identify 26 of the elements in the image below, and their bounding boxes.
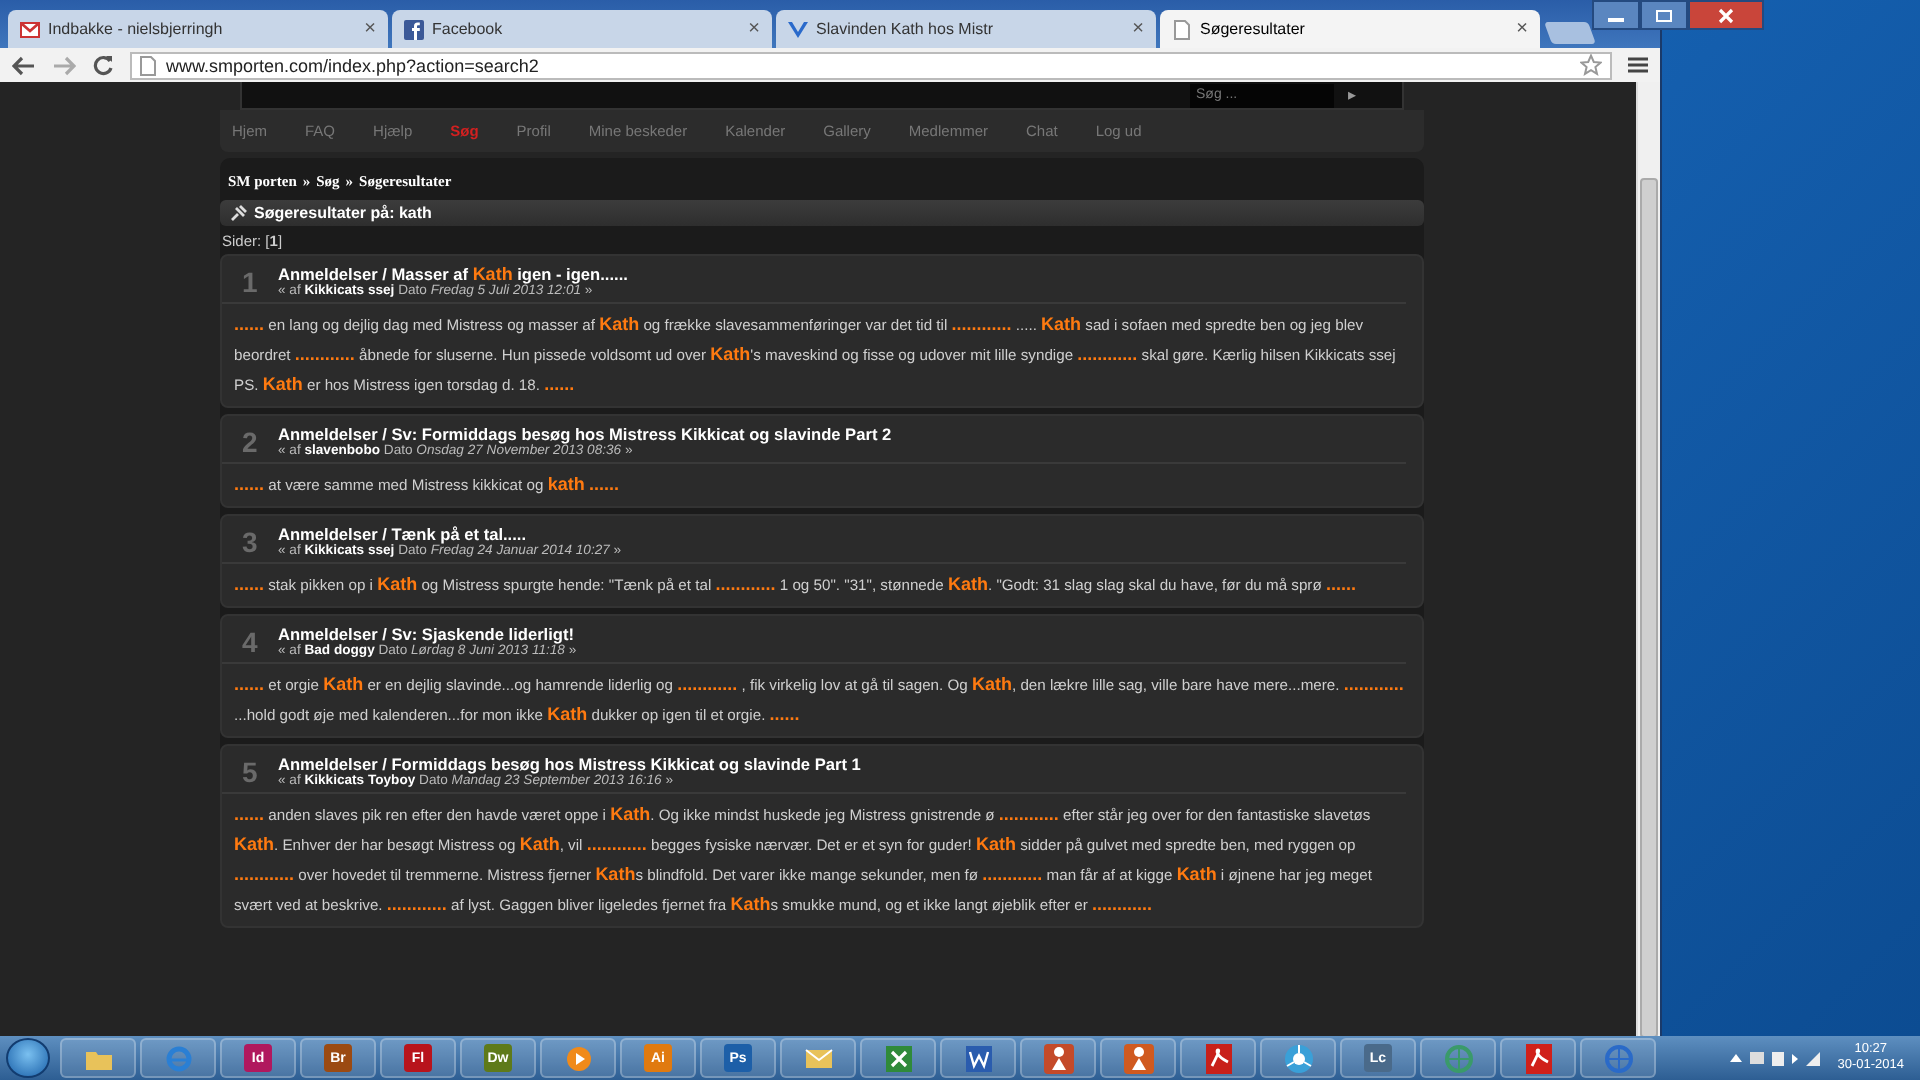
results-heading: Søgeresultater på: kath [254,204,432,222]
result-title[interactable]: Anmeldelser / Formiddags besøg hos Mistress Kikkicat og slavinde Part 1 [278,754,861,774]
result-number: 4 [242,624,260,658]
result-title[interactable]: Anmeldelser / Sv: Sjaskende liderligt! [278,624,577,644]
browser-tab[interactable]: Facebook × [392,10,772,48]
close-icon[interactable]: × [1132,19,1144,39]
browser-tab[interactable]: Indbakke - nielsbjerringh × [8,10,388,48]
result-number: 2 [242,424,260,458]
close-icon[interactable]: × [1516,19,1528,39]
result-number: 5 [242,754,260,788]
search-button[interactable]: ▸ [1342,86,1362,104]
result-title[interactable]: Anmeldelser / Masser af Kath igen - igen...... [278,264,628,284]
tab-title: Indbakke - nielsbjerringh [48,20,225,38]
browser-tab[interactable]: Slavinden Kath hos Mistr × [776,10,1156,48]
browser-tab[interactable]: Søgeresultater × [1160,10,1540,48]
url-text: www.smporten.com/index.php?action=search2 [166,55,541,75]
result-title[interactable]: Anmeldelser / Tænk på et tal..... [278,524,622,544]
tab-title: Slavinden Kath hos Mistr [816,20,995,38]
tab-title: Søgeresultater [1200,20,1307,38]
address-bar[interactable]: www.smporten.com/index.php?action=search2 [130,51,1612,79]
close-icon[interactable]: × [364,19,376,39]
result-number: 1 [242,264,260,298]
result-number: 3 [242,524,260,558]
result-title[interactable]: Anmeldelser / Sv: Formiddags besøg hos Mistress Kikkicat og slavinde Part 2 [278,424,892,444]
close-icon[interactable]: × [748,19,760,39]
tab-title: Facebook [432,20,505,38]
